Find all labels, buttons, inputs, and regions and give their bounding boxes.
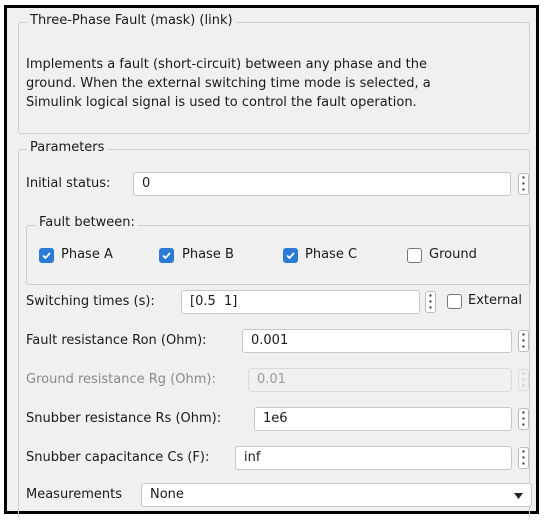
- snubber-capacitance-label: Snubber capacitance Cs (F):: [26, 450, 210, 465]
- snubber-capacitance-menu-button[interactable]: · · ·: [518, 445, 529, 470]
- measurements-label: Measurements: [26, 487, 123, 502]
- phase-c-label[interactable]: Phase C: [305, 246, 357, 264]
- initial-status-input[interactable]: 0: [133, 172, 511, 196]
- parameters-label: Parameters: [27, 140, 108, 155]
- initial-status-label: Initial status:: [26, 176, 111, 191]
- snubber-resistance-input[interactable]: 1e6: [254, 407, 512, 431]
- ground-resistance-label: Ground resistance Rg (Ohm):: [26, 372, 216, 387]
- description-line-1: Implements a fault (short-circuit) betwe…: [26, 57, 427, 72]
- vertical-ellipsis-icon: · · ·: [521, 367, 526, 392]
- phase-c-checkbox[interactable]: [283, 248, 298, 263]
- vertical-ellipsis-icon: · · ·: [521, 328, 526, 353]
- vertical-ellipsis-icon: · · ·: [521, 445, 526, 470]
- ground-label[interactable]: Ground: [429, 246, 477, 264]
- measurements-value: None: [150, 487, 184, 502]
- phase-b-label[interactable]: Phase B: [182, 246, 234, 264]
- description-line-3: Simulink logical signal is used to contr…: [26, 95, 417, 110]
- initial-status-menu-button[interactable]: · · ·: [518, 171, 529, 196]
- ground-resistance-menu-button: · · ·: [518, 367, 529, 392]
- phase-b-checkbox[interactable]: [159, 248, 174, 263]
- switching-times-input[interactable]: [0.5 1]: [181, 290, 420, 314]
- fault-resistance-label: Fault resistance Ron (Ohm):: [26, 333, 207, 348]
- measurements-dropdown[interactable]: None: [141, 483, 532, 507]
- caret-down-icon: [514, 493, 523, 499]
- description-line-2: ground. When the external switching time…: [26, 76, 431, 91]
- block-parameters-dialog: Three-Phase Fault (mask) (link) Implemen…: [4, 5, 539, 519]
- checkmark-icon: [286, 252, 295, 260]
- phase-a-label[interactable]: Phase A: [61, 246, 113, 264]
- switching-times-label: Switching times (s):: [26, 294, 155, 309]
- snubber-resistance-menu-button[interactable]: · · ·: [518, 406, 529, 431]
- external-checkbox[interactable]: [447, 294, 462, 309]
- external-label[interactable]: External: [468, 292, 522, 310]
- fault-between-label: Fault between:: [36, 215, 138, 230]
- snubber-capacitance-input[interactable]: inf: [235, 446, 512, 470]
- vertical-ellipsis-icon: · · ·: [521, 406, 526, 431]
- snubber-resistance-label: Snubber resistance Rs (Ohm):: [26, 411, 222, 426]
- vertical-ellipsis-icon: · · ·: [521, 171, 526, 196]
- vertical-ellipsis-icon: · · ·: [428, 289, 433, 314]
- ground-checkbox[interactable]: [407, 248, 422, 263]
- checkmark-icon: [42, 252, 51, 260]
- fault-resistance-menu-button[interactable]: · · ·: [518, 328, 529, 353]
- block-title: Three-Phase Fault (mask) (link): [27, 13, 236, 28]
- checkmark-icon: [162, 252, 171, 260]
- phase-a-checkbox[interactable]: [39, 248, 54, 263]
- switching-times-menu-button[interactable]: · · ·: [425, 289, 436, 314]
- fault-resistance-input[interactable]: 0.001: [242, 329, 512, 353]
- ground-resistance-input: 0.01: [248, 368, 512, 392]
